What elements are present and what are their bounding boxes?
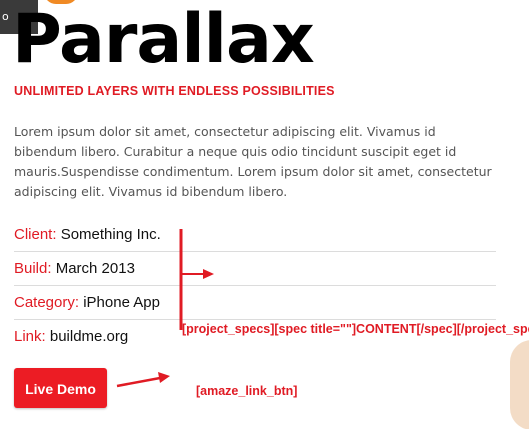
spec-link[interactable]: buildme.org: [50, 328, 128, 345]
spec-row-build: Build: March 2013: [14, 252, 496, 286]
spec-row-category: Category: iPhone App: [14, 286, 496, 320]
spec-value: March 2013: [55, 260, 135, 277]
live-demo-button[interactable]: Live Demo: [14, 368, 107, 408]
page-subtitle: UNLIMITED LAYERS WITH ENDLESS POSSIBILIT…: [14, 84, 335, 98]
project-description: Lorem ipsum dolor sit amet, consectetur …: [14, 124, 492, 199]
tab-label: o: [2, 10, 9, 23]
specs-shortcode-annotation: [project_specs][spec title=""]CONTENT[/s…: [182, 322, 529, 336]
spec-label: Client:: [14, 226, 57, 243]
page-title: Parallax: [12, 0, 315, 79]
spec-value: Something Inc.: [60, 226, 161, 243]
spec-label: Category:: [14, 294, 80, 311]
hand-image: [510, 340, 529, 429]
spec-label: Link:: [14, 328, 46, 345]
spec-label: Build:: [14, 260, 52, 277]
link-btn-shortcode-annotation: [amaze_link_btn]: [196, 384, 298, 398]
button-arrow-icon: [116, 372, 170, 388]
spec-value: iPhone App: [83, 294, 160, 311]
spec-row-client: Client: Something Inc.: [14, 218, 496, 252]
